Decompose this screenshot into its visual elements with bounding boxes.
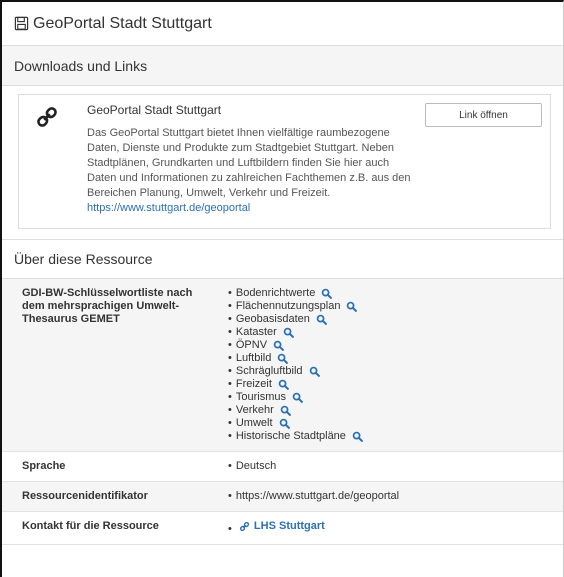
search-icon[interactable]: [283, 327, 294, 338]
bullet: •: [228, 365, 232, 377]
language-text: Deutsch: [235, 460, 277, 472]
identifier-label: Ressourcenidentifikator: [22, 490, 148, 502]
keyword-item: • Schrägluftbild: [228, 365, 563, 378]
keyword-item: • Freizeit: [228, 378, 563, 391]
language-value: • Deutsch: [228, 460, 277, 472]
table-row-language: Sprache • Deutsch: [2, 452, 563, 482]
keyword-item: • ÖPNV: [228, 339, 563, 352]
keyword-text: Geobasisdaten: [235, 313, 310, 325]
link-description: Das GeoPortal Stuttgart bietet Ihnen vie…: [87, 127, 411, 199]
table-row-keywords: GDI-BW-Schlüsselwortliste nach dem mehrs…: [2, 279, 563, 452]
bullet: •: [228, 391, 232, 403]
keyword-list: • Bodenrichtwerte • Flächennutzungsplan • Geo…: [228, 287, 563, 443]
contact-value: • LHS Stuttgart: [228, 520, 325, 535]
search-icon[interactable]: [273, 340, 284, 351]
keyword-text: ÖPNV: [235, 339, 268, 351]
resource-panel: GeoPortal Stadt Stuttgart Downloads und …: [0, 0, 564, 577]
keyword-item: • Tourismus: [228, 391, 563, 404]
table-row-contact: Kontakt für die Ressource • LHS Stuttgar…: [2, 512, 563, 545]
link-url[interactable]: https://www.stuttgart.de/geoportal: [87, 202, 250, 214]
bullet: •: [228, 287, 232, 299]
bullet: •: [228, 430, 232, 442]
bullet: •: [228, 352, 232, 364]
bullet: •: [228, 378, 232, 390]
language-label: Sprache: [22, 460, 66, 472]
keyword-text: Historische Stadtpläne: [235, 430, 346, 442]
identifier-text: https://www.stuttgart.de/geoportal: [235, 490, 400, 502]
keyword-text: Umwelt: [235, 417, 273, 429]
link-icon: [37, 107, 57, 127]
search-icon[interactable]: [346, 301, 358, 312]
bullet: •: [228, 300, 232, 312]
keyword-text: Verkehr: [235, 404, 274, 416]
keyword-item: • Historische Stadtpläne: [228, 430, 563, 443]
keyword-text: Tourismus: [235, 391, 286, 403]
keyword-item: • Bodenrichtwerte: [228, 287, 563, 300]
page-header: GeoPortal Stadt Stuttgart: [2, 2, 563, 46]
contact-text: LHS Stuttgart: [253, 520, 325, 532]
downloads-section: GeoPortal Stadt Stuttgart Das GeoPortal …: [2, 86, 563, 239]
bullet: •: [228, 326, 232, 338]
link-title: GeoPortal Stadt Stuttgart: [87, 103, 222, 117]
bullet: •: [228, 404, 232, 416]
search-icon[interactable]: [279, 418, 290, 429]
keyword-item: • Geobasisdaten: [228, 313, 563, 326]
identifier-value: • https://www.stuttgart.de/geoportal: [228, 490, 400, 502]
keyword-item: • Verkehr: [228, 404, 563, 417]
search-icon[interactable]: [292, 392, 303, 403]
page-title: GeoPortal Stadt Stuttgart: [33, 14, 212, 32]
search-icon[interactable]: [309, 366, 320, 377]
contact-label: Kontakt für die Ressource: [22, 520, 159, 532]
keyword-text: Luftbild: [235, 352, 272, 364]
table-row-identifier: Ressourcenidentifikator • https://www.stu…: [2, 482, 563, 512]
bullet: •: [228, 417, 232, 429]
keyword-text: Freizeit: [235, 378, 272, 390]
link-icon: [239, 521, 250, 532]
search-icon[interactable]: [278, 379, 289, 390]
bullet: •: [228, 339, 232, 351]
keyword-text: Schrägluftbild: [235, 365, 303, 377]
link-body: GeoPortal Stadt Stuttgart Das GeoPortal …: [87, 103, 425, 216]
save-icon: [14, 16, 29, 31]
link-card: GeoPortal Stadt Stuttgart Das GeoPortal …: [18, 94, 551, 229]
search-icon[interactable]: [321, 288, 333, 299]
keywords-label: GDI-BW-Schlüsselwortliste nach dem mehrs…: [22, 287, 193, 325]
resource-table: GDI-BW-Schlüsselwortliste nach dem mehrs…: [2, 279, 563, 545]
search-icon[interactable]: [277, 353, 289, 364]
keyword-text: Flächennutzungsplan: [235, 300, 341, 312]
search-icon[interactable]: [280, 405, 291, 416]
keyword-text: Bodenrichtwerte: [235, 287, 316, 299]
keyword-item: • Luftbild: [228, 352, 563, 365]
keyword-item: • Kataster: [228, 326, 563, 339]
bullet: •: [228, 313, 232, 325]
downloads-heading: Downloads und Links: [2, 46, 563, 86]
search-icon[interactable]: [352, 431, 363, 442]
contact-link[interactable]: LHS Stuttgart: [239, 520, 325, 533]
about-heading: Über diese Ressource: [2, 239, 563, 279]
open-link-button[interactable]: Link öffnen: [425, 103, 542, 127]
search-icon[interactable]: [316, 314, 327, 325]
keyword-item: • Flächennutzungsplan: [228, 300, 563, 313]
keyword-item: • Umwelt: [228, 417, 563, 430]
keyword-text: Kataster: [235, 326, 277, 338]
keywords-value: • Bodenrichtwerte • Flächennutzungsplan • Geo…: [216, 279, 563, 451]
